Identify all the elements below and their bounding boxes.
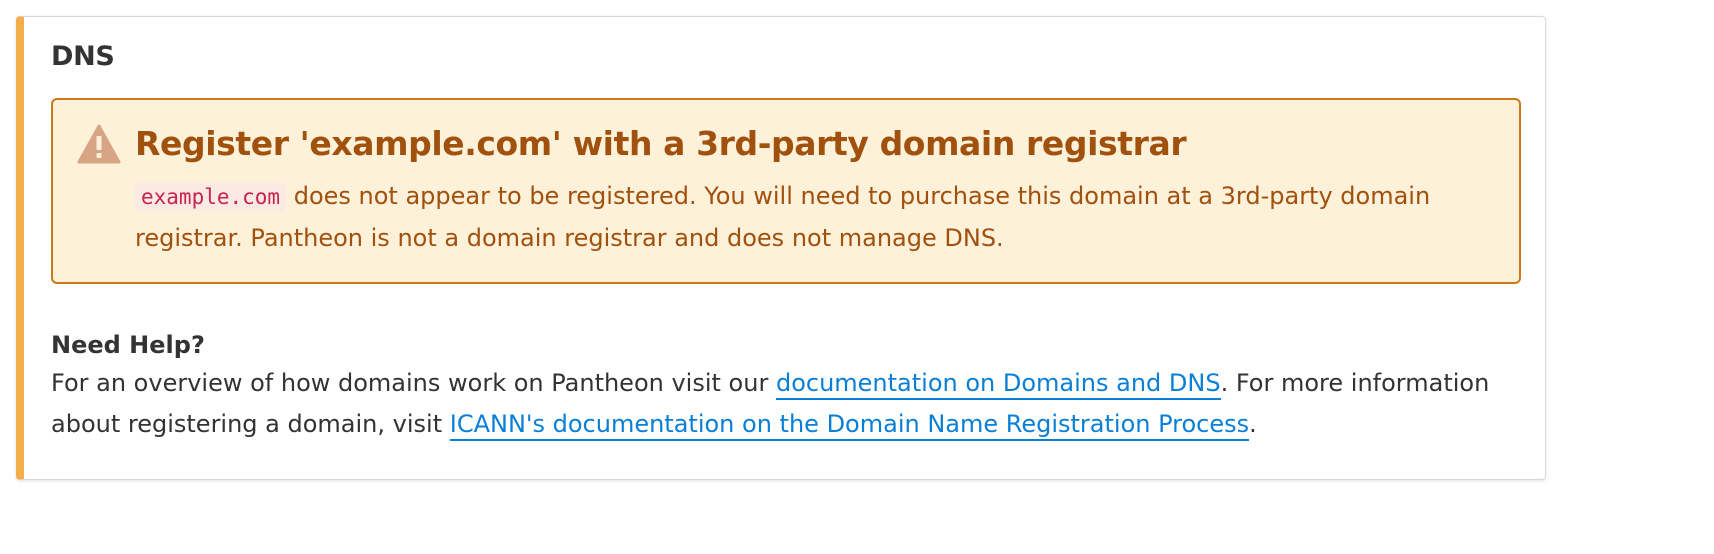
help-text: For an overview of how domains work on P… <box>51 363 1521 445</box>
warning-triangle-icon <box>77 124 121 164</box>
icann-docs-link[interactable]: ICANN's documentation on the Domain Name… <box>449 410 1250 441</box>
alert-heading: Register 'example.com' with a 3rd-party … <box>135 124 1187 163</box>
help-text-3: . <box>1249 410 1257 438</box>
alert-body-text: does not appear to be registered. You wi… <box>135 182 1431 252</box>
domain-code: example.com <box>135 183 287 211</box>
warning-alert: Register 'example.com' with a 3rd-party … <box>51 98 1521 284</box>
dns-card: DNS Register 'example.com' with a 3rd-pa… <box>16 16 1546 480</box>
help-section: Need Help? For an overview of how domain… <box>51 327 1521 445</box>
domains-dns-docs-link[interactable]: documentation on Domains and DNS <box>775 369 1221 400</box>
section-title: DNS <box>51 41 115 72</box>
help-text-1: For an overview of how domains work on P… <box>51 369 776 397</box>
help-title: Need Help? <box>51 331 205 359</box>
alert-body: example.com does not appear to be regist… <box>135 176 1475 259</box>
